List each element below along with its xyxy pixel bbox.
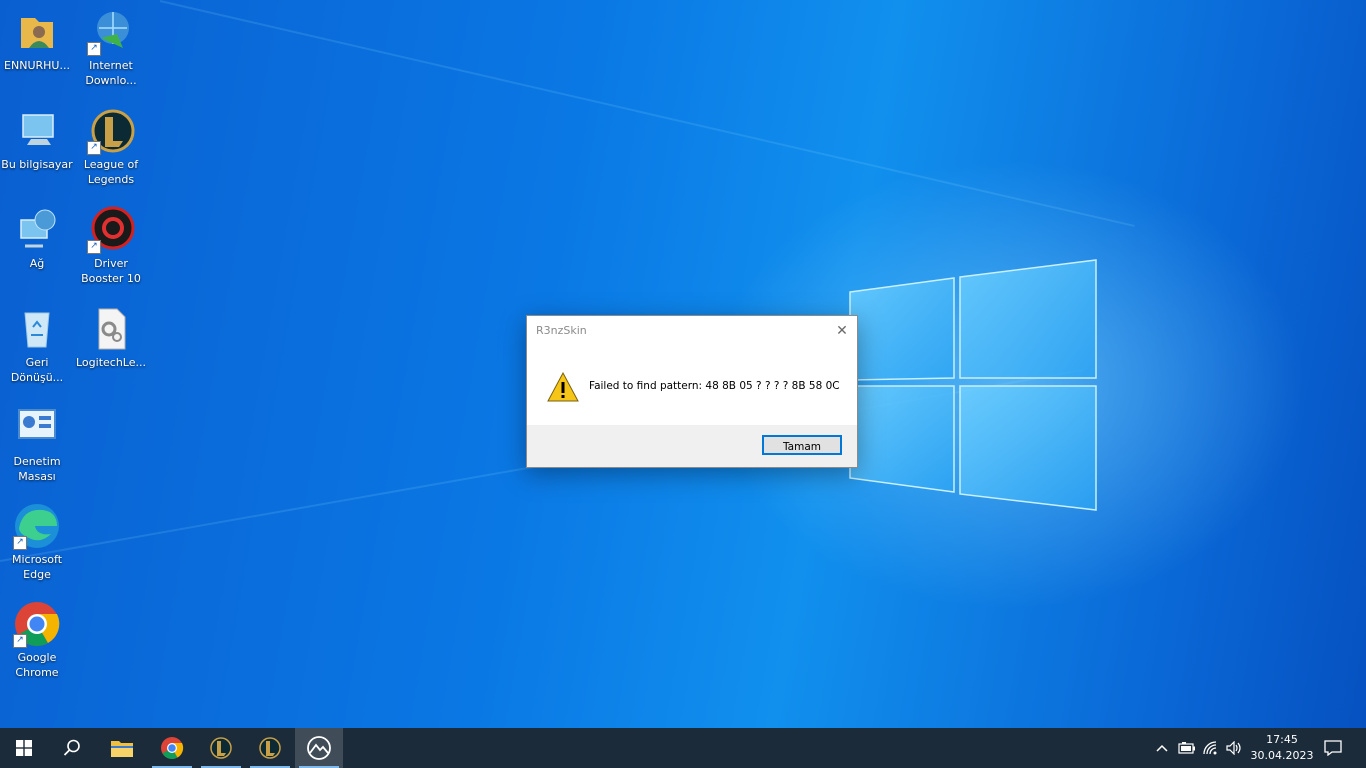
desktop-icon-label: Internet Downlo... <box>85 59 137 87</box>
desktop-icon-recycle-bin[interactable]: Geri Dönüşü... <box>0 305 74 385</box>
network-icon <box>20 209 56 248</box>
clock-time: 17:45 <box>1266 733 1298 746</box>
shortcut-arrow-icon: ↗ <box>13 634 27 648</box>
taskbar: 17:45 30.04.2023 <box>0 728 1366 768</box>
desktop-icon-label: Bu bilgisayar <box>1 158 73 171</box>
desktop-icon-microsoft-edge[interactable]: ↗ Microsoft Edge <box>0 502 74 582</box>
desktop-icon-label: Geri Dönüşü... <box>10 356 64 384</box>
desktop-icon-label: Microsoft Edge <box>11 553 63 581</box>
tray-network[interactable] <box>1200 728 1222 768</box>
desktop-icon-user-folder[interactable]: ENNURHU... <box>0 8 74 73</box>
desktop-icon-network[interactable]: Ağ <box>0 206 74 271</box>
dialog-title: R3nzSkin <box>536 324 587 337</box>
taskbar-google-chrome[interactable] <box>148 728 196 768</box>
wifi-icon <box>1203 741 1217 755</box>
desktop-icon-logitech-file[interactable]: LogitechLe... <box>74 305 148 370</box>
windows-start-icon <box>16 740 32 756</box>
taskbar-league-of-legends-client[interactable] <box>246 728 294 768</box>
error-dialog: R3nzSkin ✕ Failed to find pattern: 48 8B… <box>526 315 858 468</box>
ok-button[interactable]: Tamam <box>762 435 842 455</box>
chrome-icon <box>161 737 184 759</box>
desktop-icon-label: Google Chrome <box>15 651 59 679</box>
desktop-icon-internet-download-manager[interactable]: ↗ Internet Downlo... <box>74 8 148 88</box>
desktop-icon-label: Driver Booster 10 <box>81 257 141 285</box>
desktop-icon-label: Ağ <box>29 257 45 270</box>
desktop-icon-label: LogitechLe... <box>76 356 146 369</box>
desktop-icon-league-of-legends[interactable]: ↗ League of Legends <box>74 107 148 187</box>
desktop-icon-this-pc[interactable]: Bu bilgisayar <box>0 107 74 172</box>
shortcut-arrow-icon: ↗ <box>87 42 101 56</box>
shortcut-arrow-icon: ↗ <box>87 240 101 254</box>
league-of-legends-icon <box>210 737 232 759</box>
notification-icon <box>1324 740 1342 756</box>
desktop-icon-label: ENNURHU... <box>4 59 70 72</box>
desktop-icon-google-chrome[interactable]: ↗ Google Chrome <box>0 600 74 680</box>
recycle-bin-icon <box>24 312 50 348</box>
dialog-footer: Tamam <box>527 425 857 467</box>
tray-clock[interactable]: 17:45 30.04.2023 <box>1250 732 1314 764</box>
computer-icon <box>22 114 54 145</box>
dialog-message: Failed to find pattern: 48 8B 05 ? ? ? ?… <box>589 380 840 392</box>
folder-icon <box>111 741 133 757</box>
desktop-icon-control-panel[interactable]: Denetim Masası <box>0 404 74 484</box>
clock-date: 30.04.2023 <box>1250 749 1314 762</box>
shortcut-arrow-icon: ↗ <box>13 536 27 550</box>
search-button[interactable] <box>48 728 96 768</box>
desktop-icon-label: Denetim Masası <box>13 455 61 483</box>
taskbar-file-explorer[interactable] <box>98 728 146 768</box>
windows-logo-wallpaper <box>849 259 1097 511</box>
tray-overflow-chevron[interactable] <box>1152 728 1172 768</box>
speaker-icon <box>1226 741 1241 755</box>
user-folder-icon <box>21 18 53 48</box>
search-icon <box>63 739 80 756</box>
control-panel-icon <box>18 409 56 439</box>
chevron-up-icon <box>1156 744 1168 752</box>
shortcut-arrow-icon: ↗ <box>87 141 101 155</box>
league-of-legends-icon <box>259 737 281 759</box>
desktop-icon-label: League of Legends <box>83 158 139 186</box>
warning-icon <box>547 372 579 402</box>
settings-file-icon <box>98 308 126 350</box>
close-icon[interactable]: ✕ <box>831 320 853 342</box>
battery-icon <box>1178 742 1195 754</box>
background-light-beam <box>159 0 1135 227</box>
action-center-button[interactable] <box>1316 728 1350 768</box>
tray-volume[interactable] <box>1223 728 1245 768</box>
desktop-icon-driver-booster[interactable]: ↗ Driver Booster 10 <box>74 206 148 286</box>
taskbar-league-of-legends[interactable] <box>197 728 245 768</box>
tray-battery[interactable] <box>1176 728 1198 768</box>
taskbar-r3nzskin[interactable] <box>295 728 343 768</box>
start-button[interactable] <box>0 728 48 768</box>
r3nzskin-icon <box>307 736 331 760</box>
